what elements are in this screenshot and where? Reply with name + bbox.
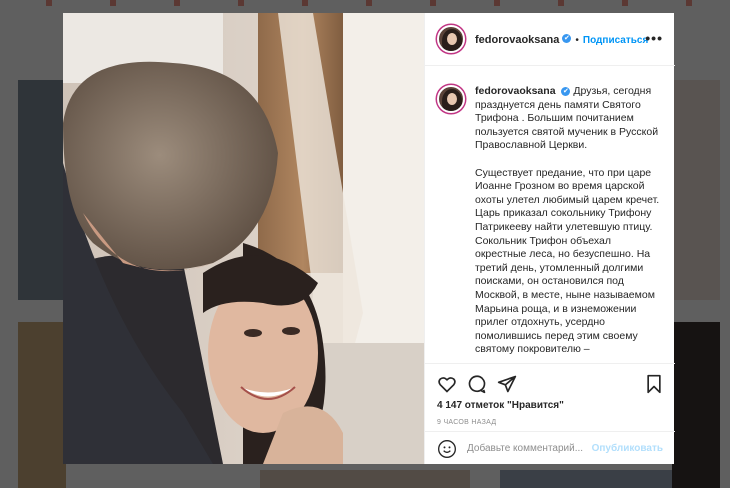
emoji-icon[interactable] — [437, 439, 457, 464]
heart-icon[interactable] — [437, 374, 457, 399]
post-photo[interactable] — [63, 13, 424, 464]
comments-scroll-area[interactable]: fedorovaoksana ✔ Друзья, сегодня праздну… — [425, 77, 675, 363]
caption-paragraph: Существует предание, что при царе Иоанне… — [475, 166, 660, 356]
follow-button[interactable]: Подписаться — [583, 35, 648, 46]
verified-badge-icon: ✔ — [562, 34, 572, 44]
caption-username-link[interactable]: fedorovaoksana — [475, 85, 556, 97]
verified-badge-icon: ✔ — [561, 86, 571, 96]
more-options-icon[interactable]: ••• — [645, 31, 663, 45]
username-link[interactable]: fedorovaoksana — [475, 34, 559, 46]
post-timestamp[interactable]: 9 ЧАСОВ НАЗАД — [437, 419, 496, 426]
comment-input[interactable]: Добавьте комментарий... — [467, 443, 583, 454]
comment-form: Добавьте комментарий... Опубликовать — [425, 431, 675, 466]
separator-dot: • — [575, 35, 579, 46]
post-actions: 4 147 отметок "Нравится" 9 ЧАСОВ НАЗАД Д… — [425, 363, 675, 465]
publish-button[interactable]: Опубликовать — [592, 443, 663, 454]
post-header: fedorovaoksana ✔ • Подписаться ••• — [425, 13, 675, 66]
likes-count[interactable]: 4 147 отметок "Нравится" — [437, 400, 564, 411]
caption: fedorovaoksana ✔ Друзья, сегодня праздну… — [475, 85, 663, 363]
share-icon[interactable] — [497, 374, 517, 399]
avatar[interactable] — [437, 25, 465, 53]
bookmark-icon[interactable] — [645, 374, 663, 399]
post-sidebar: fedorovaoksana ✔ • Подписаться ••• fedorova… — [424, 13, 675, 465]
photo-image — [63, 13, 424, 464]
post-modal: fedorovaoksana ✔ • Подписаться ••• fedorova… — [63, 13, 675, 465]
comment-icon[interactable] — [467, 374, 487, 399]
avatar[interactable] — [437, 85, 465, 113]
